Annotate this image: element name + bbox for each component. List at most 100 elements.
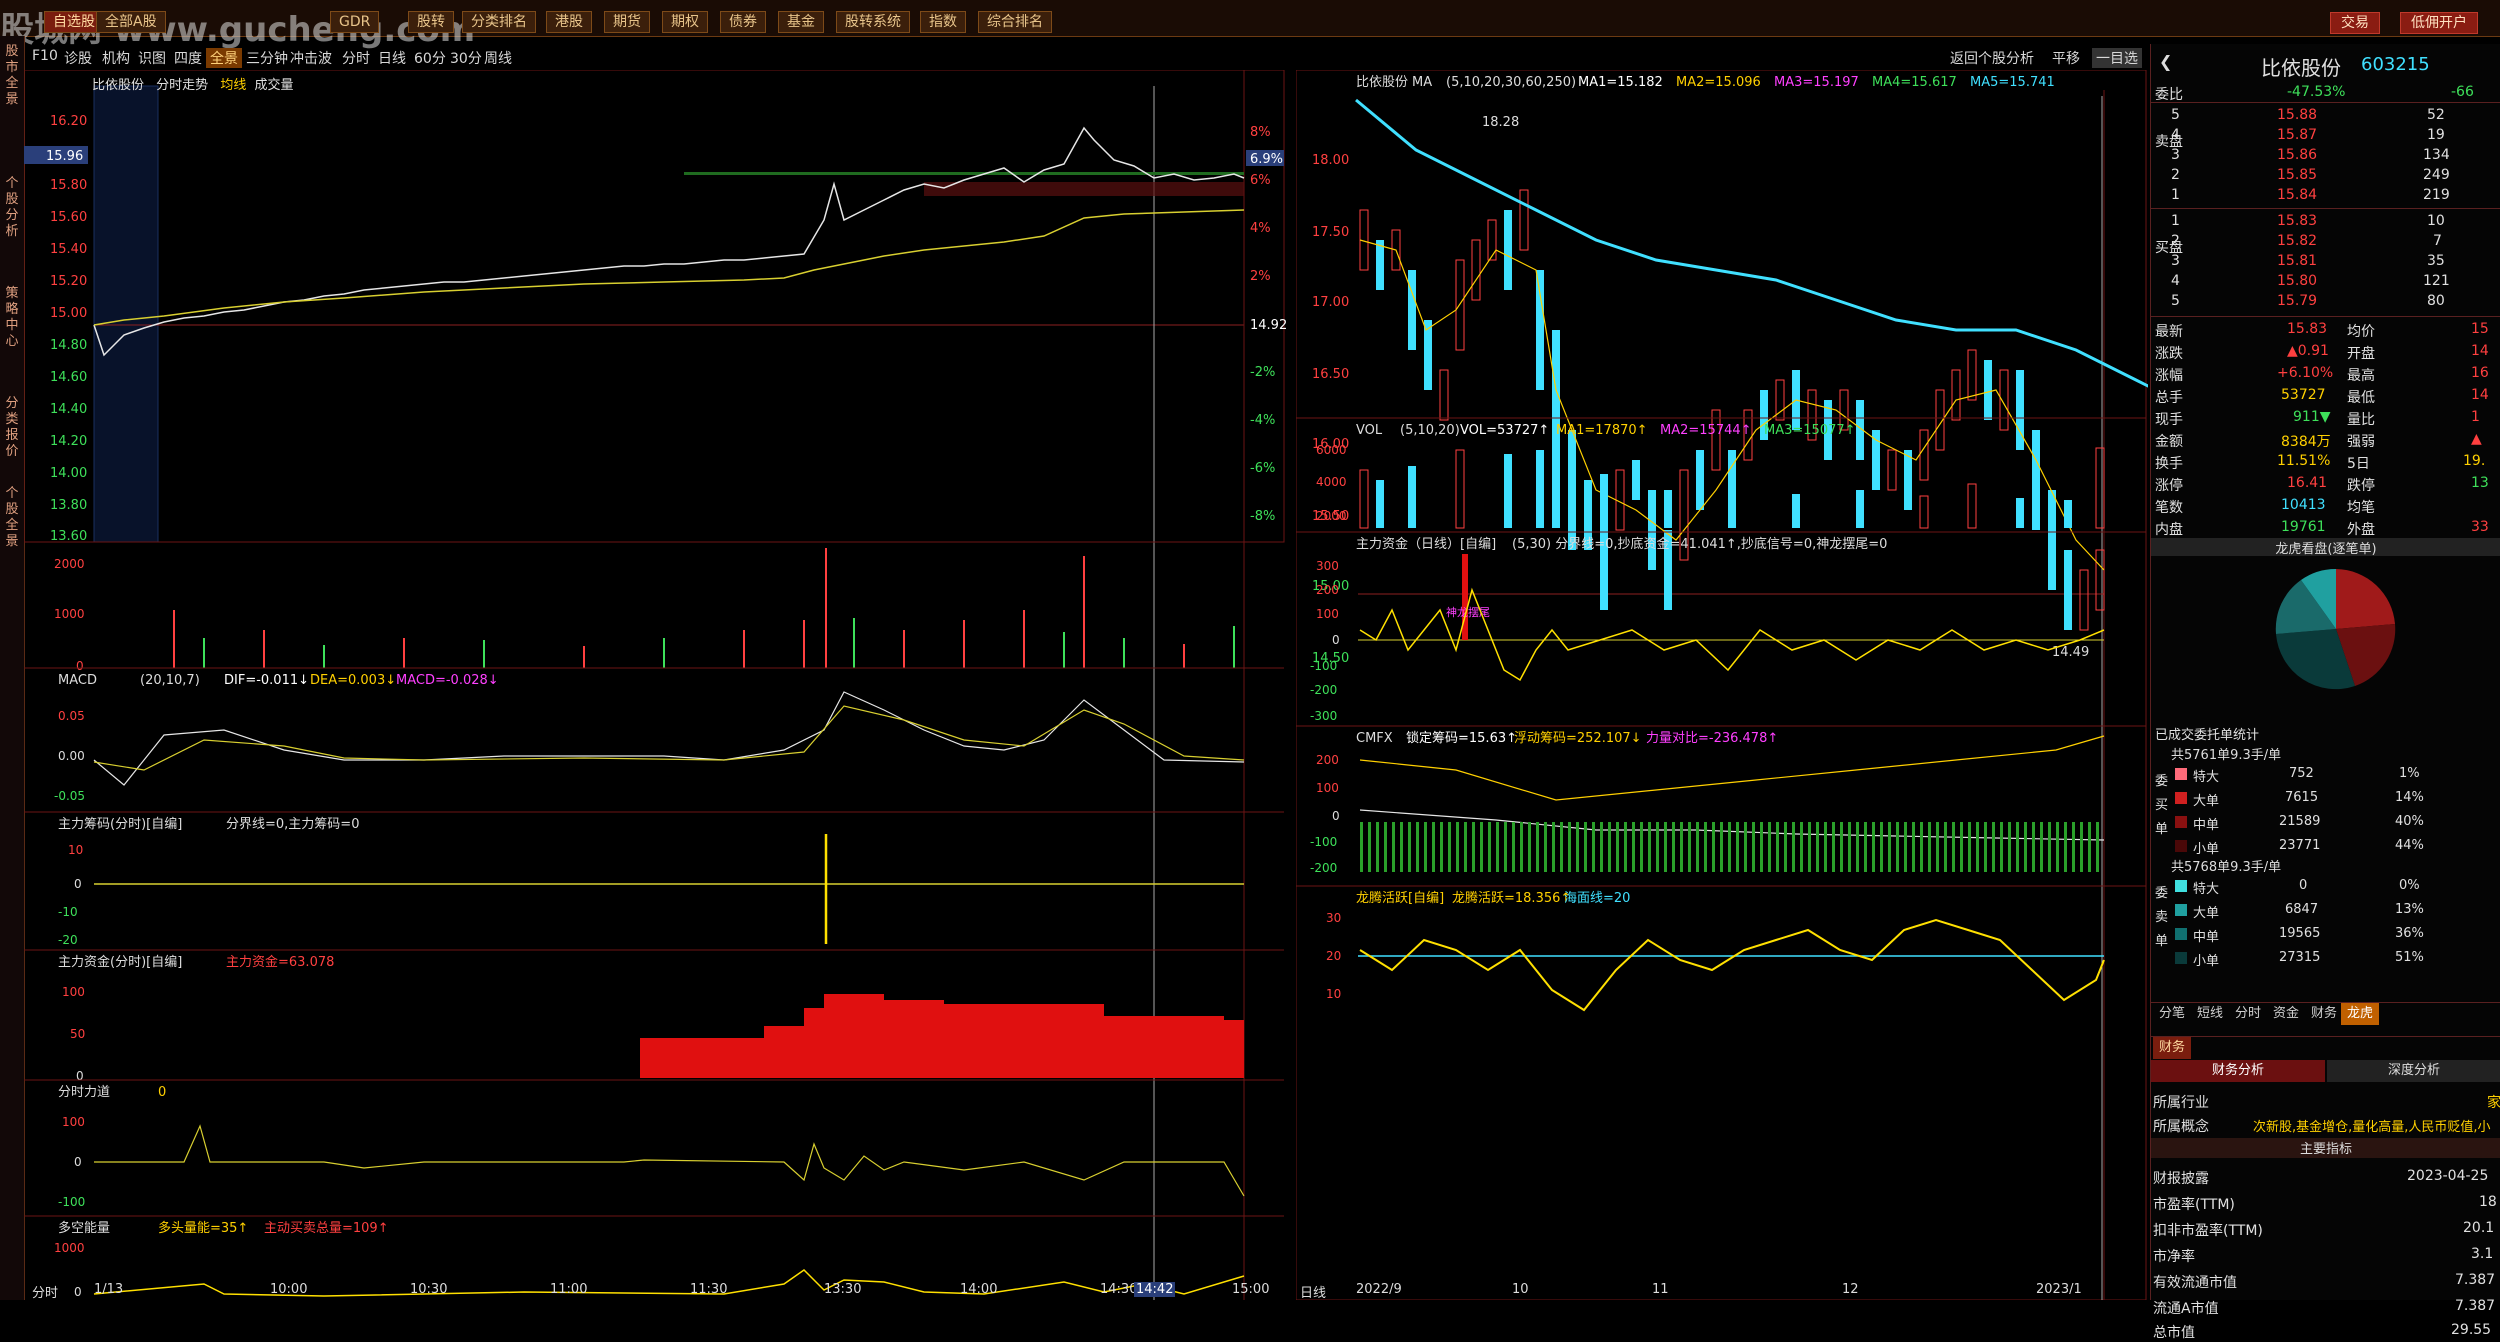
btn-neeq[interactable]: 股转系统 — [836, 11, 910, 33]
fin-row-pe-deduct: 扣非市盈率(TTM) 20.1 — [2153, 1220, 2495, 1239]
buy-level-1[interactable]: 1 15.83 10 — [2151, 211, 2500, 231]
tab-fund[interactable]: 资金 — [2267, 1003, 2305, 1025]
vtab-strategy[interactable]: 策略中心 — [2, 286, 22, 350]
btn-futures[interactable]: 期货 — [604, 11, 650, 33]
tab-daily[interactable]: 日线 — [378, 48, 406, 68]
tab-minute[interactable]: 分时 — [2229, 1003, 2267, 1025]
tab-60min[interactable]: 60分 — [414, 48, 446, 68]
svg-text:分界线=0,主力筹码=0: 分界线=0,主力筹码=0 — [226, 816, 359, 832]
intraday-volume-bars — [173, 548, 1235, 668]
btn-options[interactable]: 期权 — [662, 11, 708, 33]
svg-text:-100: -100 — [1310, 659, 1337, 673]
tab-deep-analysis[interactable]: 深度分析 — [2327, 1060, 2500, 1082]
cmfx-green-bars — [1358, 822, 2104, 872]
back-to-analysis-link[interactable]: 返回个股分析 — [1950, 48, 2034, 68]
view-tabs: F10 诊股 机构 识图 四度 全景 三分钟 冲击波 分时 日线 60分 30分… — [24, 44, 2150, 70]
open-account-button[interactable]: 低佣开户 — [2400, 12, 2478, 34]
tab-finance[interactable]: 财务 — [2305, 1003, 2343, 1025]
btn-watchlist[interactable]: 自选股 — [44, 11, 104, 33]
btn-composite-rank[interactable]: 综合排名 — [978, 11, 1052, 33]
buy-row-s: 小单 23771 44% — [2175, 836, 2495, 858]
stock-code: 603215 — [2361, 54, 2430, 75]
buy-level-5[interactable]: 5 15.79 80 — [2151, 291, 2500, 311]
buy-order-table: 委 买 单 特大 752 1% 大单 7615 14% 中单 21589 40% 小单 237… — [2155, 764, 2495, 860]
buy-level-3[interactable]: 3 15.81 35 — [2151, 251, 2500, 271]
btn-all-a-shares[interactable]: 全部A股 — [96, 11, 166, 33]
tab-four-degree[interactable]: 四度 — [174, 48, 202, 68]
tab-ticks[interactable]: 分笔 — [2153, 1003, 2191, 1025]
trade-button[interactable]: 交易 — [2330, 12, 2380, 34]
svg-text:主力筹码(分时)[自编]: 主力筹码(分时)[自编] — [58, 816, 182, 832]
btn-gdr[interactable]: GDR — [330, 11, 380, 33]
daily-candles — [1359, 189, 2105, 631]
svg-text:1000: 1000 — [54, 1241, 85, 1255]
svg-text:-100: -100 — [1310, 835, 1337, 849]
back-arrow-icon[interactable]: ❮ — [2159, 52, 2172, 71]
tab-impact[interactable]: 冲击波 — [290, 48, 332, 68]
svg-text:2000: 2000 — [1316, 509, 1347, 523]
svg-text:VOL=53727↑: VOL=53727↑ — [1460, 423, 1549, 438]
intraday-price-line — [93, 126, 1245, 357]
tab-institution[interactable]: 机构 — [102, 48, 130, 68]
svg-text:16.50: 16.50 — [1312, 367, 1349, 382]
buy-level-2[interactable]: 2 15.82 7 — [2151, 231, 2500, 251]
tab-30min[interactable]: 30分 — [450, 48, 482, 68]
tab-intraday[interactable]: 分时 — [342, 48, 370, 68]
intraday-chart-area: 16.20 15.80 15.60 15.40 15.20 15.00 14.8… — [24, 70, 1287, 1300]
buy-level-4[interactable]: 4 15.80 121 — [2151, 271, 2500, 291]
btn-bonds[interactable]: 债券 — [720, 11, 766, 33]
zlcm-header: 主力筹码(分时)[自编] 分界线=0,主力筹码=0 — [58, 816, 359, 832]
zlcm-axis: 10 0 -10 -20 — [58, 843, 83, 947]
btn-sh[interactable]: 股转 — [408, 11, 454, 33]
zlzj-bars — [640, 994, 1244, 1078]
sell-level-3[interactable]: 3 15.86 134 — [2151, 145, 2500, 165]
svg-text:0.05: 0.05 — [58, 709, 85, 723]
watchlist-select[interactable]: 一目选 — [2092, 48, 2142, 68]
tab-dragon-tiger[interactable]: 龙虎 — [2341, 1003, 2380, 1025]
vtab-market[interactable]: 股市全景 — [2, 44, 22, 108]
sell-book: 卖盘 5 15.88 52 4 15.87 19 3 15.86 134 2 15.85 249… — [2151, 102, 2500, 207]
vtab-category[interactable]: 分类报价 — [2, 396, 22, 460]
svg-text:0: 0 — [74, 877, 82, 891]
sell-row-xl: 特大 0 0% — [2175, 876, 2495, 898]
btn-funds[interactable]: 基金 — [778, 11, 824, 33]
daily-zlzj-line — [1359, 587, 2105, 682]
tab-panorama[interactable]: 全景 — [206, 48, 242, 68]
sell-level-5[interactable]: 5 15.88 52 — [2151, 105, 2500, 125]
volume-axis: 2000 1000 0 — [54, 557, 85, 673]
btn-category-rank[interactable]: 分类排名 — [462, 11, 536, 33]
sell-level-4[interactable]: 4 15.87 19 — [2151, 125, 2500, 145]
vtab-overview[interactable]: 个股全景 — [2, 486, 22, 550]
svg-text:DEA=0.003↓: DEA=0.003↓ — [310, 673, 396, 688]
tab-weekly[interactable]: 周线 — [484, 48, 512, 68]
buy-row-xl: 特大 752 1% — [2175, 764, 2495, 786]
price-axis-left: 16.20 15.80 15.60 15.40 15.20 15.00 14.8… — [50, 114, 87, 544]
svg-text:14.92: 14.92 — [1250, 318, 1287, 333]
sell-level-2[interactable]: 2 15.85 249 — [2151, 165, 2500, 185]
zlzj-axis: 100 50 0 — [62, 985, 85, 1083]
tab-diagnose[interactable]: 诊股 — [64, 48, 92, 68]
btn-hk[interactable]: 港股 — [546, 11, 592, 33]
tab-chart-recog[interactable]: 识图 — [138, 48, 166, 68]
svg-text:锁定筹码=15.63↑: 锁定筹码=15.63↑ — [1406, 730, 1517, 746]
tab-3min[interactable]: 三分钟 — [246, 48, 288, 68]
sell-level-1[interactable]: 1 15.84 219 — [2151, 185, 2500, 205]
tab-f10[interactable]: F10 — [32, 48, 58, 64]
resistance-band-red — [924, 182, 1244, 196]
vtab-stock-analysis[interactable]: 个股分析 — [2, 176, 22, 240]
pan-button[interactable]: 平移 — [2052, 48, 2080, 68]
svg-text:10: 10 — [1326, 987, 1341, 1001]
stat-trades: 笔数 10413 均笔 — [2155, 497, 2375, 516]
intraday-header: 比依股份 分时走势 均线 成交量 — [92, 74, 293, 93]
svg-text:主动买卖总量=109↑: 主动买卖总量=109↑ — [264, 1221, 389, 1236]
svg-text:8%: 8% — [1250, 125, 1271, 140]
svg-text:MA1=15.182: MA1=15.182 — [1578, 75, 1663, 90]
intraday-avg-legend: 均线 — [220, 78, 247, 93]
tab-fin-analysis[interactable]: 财务分析 — [2151, 1060, 2325, 1082]
svg-text:2%: 2% — [1250, 269, 1271, 284]
sell-order-table: 委 卖 单 特大 0 0% 大单 6847 13% 中单 19565 36% 小单 27315… — [2155, 876, 2495, 972]
svg-text:-6%: -6% — [1250, 461, 1275, 476]
btn-index[interactable]: 指数 — [920, 11, 966, 33]
tab-short[interactable]: 短线 — [2191, 1003, 2229, 1025]
tab-finance-header[interactable]: 财务 — [2153, 1037, 2192, 1059]
